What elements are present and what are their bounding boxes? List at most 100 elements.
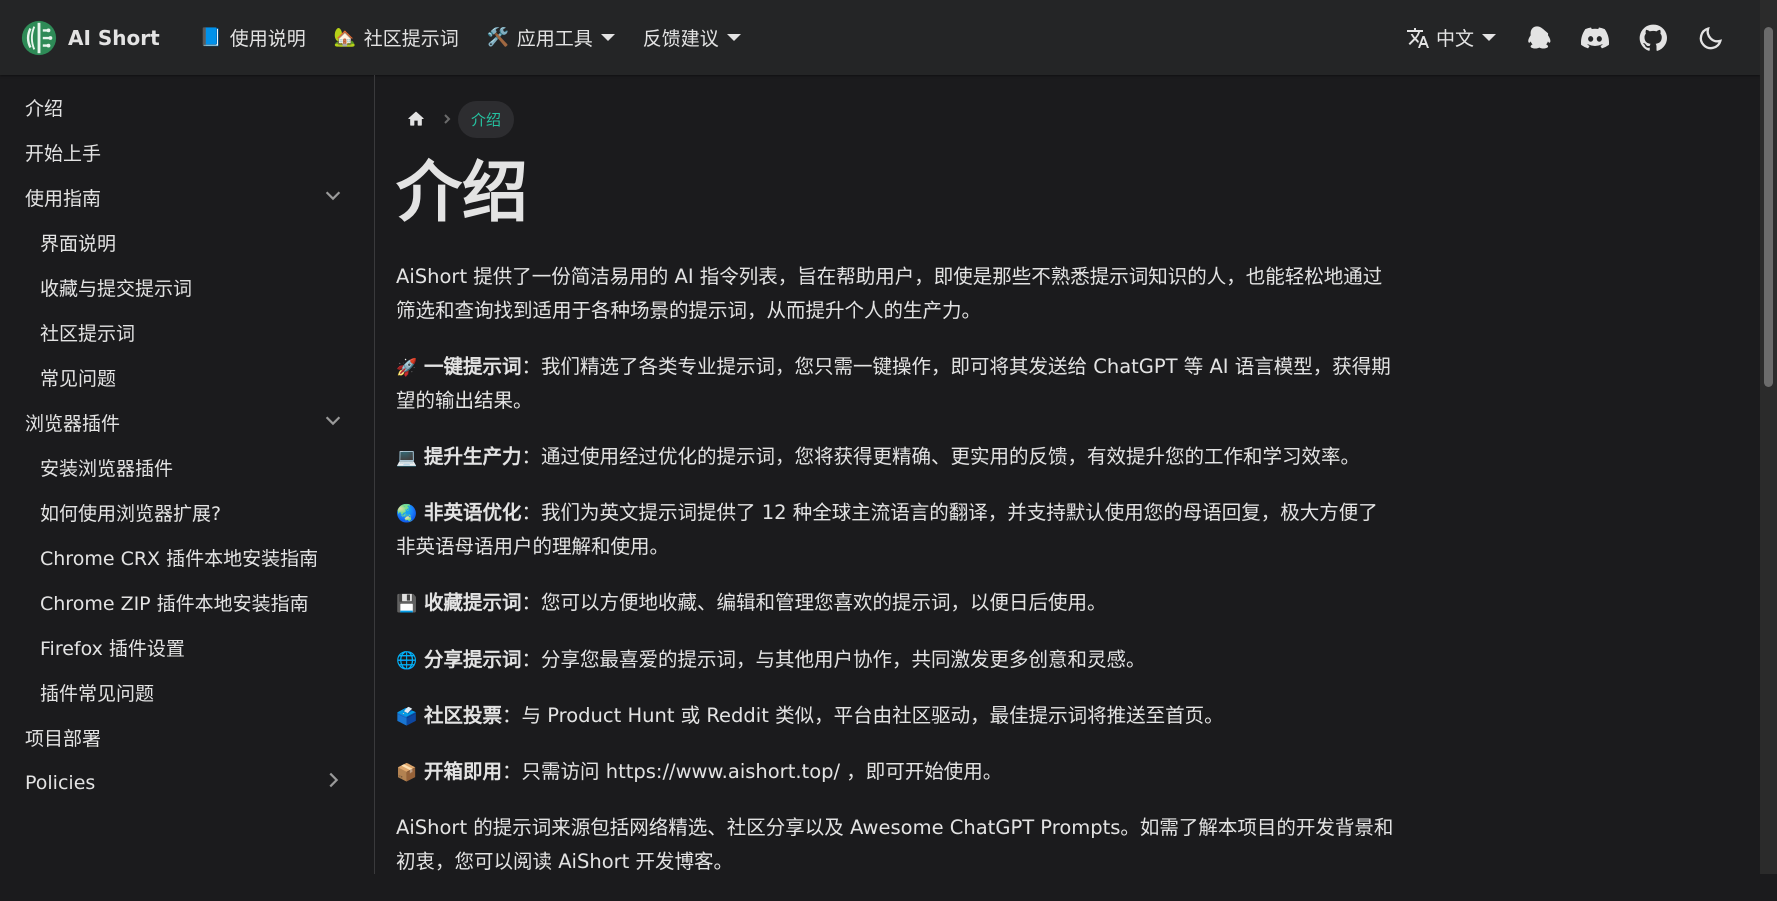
- github-link[interactable]: [1624, 0, 1682, 75]
- caret-down-icon: [726, 34, 741, 41]
- sidebar-item-label: Firefox 插件设置: [40, 638, 185, 660]
- house-icon: 🏡: [333, 27, 356, 48]
- nav-community-prompts-label: 社区提示词: [363, 28, 459, 50]
- caret-down-icon: [600, 34, 615, 41]
- sidebar-item-chrome-crx[interactable]: Chrome CRX 插件本地安装指南: [0, 535, 374, 580]
- article: 介绍 介绍 AiShort 提供了一份简洁易用的 AI 指令列表，旨在帮助用户，…: [396, 75, 1396, 901]
- feature-text: ：分享您最喜爱的提示词，与其他用户协作，共同激发更多创意和灵感。: [521, 647, 1146, 671]
- breadcrumb-current: 介绍: [458, 100, 515, 138]
- theme-toggle[interactable]: [1682, 0, 1740, 75]
- sidebar-item-policies[interactable]: Policies: [0, 760, 374, 805]
- qq-penguin-icon: [1528, 25, 1551, 48]
- rocket-icon: 🚀: [396, 357, 418, 378]
- home-icon: [408, 111, 424, 126]
- nav-usage-guide-label: 使用说明: [229, 28, 306, 50]
- chevron-down-icon[interactable]: [322, 184, 344, 211]
- sidebar-item-intro[interactable]: 介绍: [0, 85, 374, 130]
- language-label: 中文: [1435, 28, 1474, 50]
- sidebar-item-user-guide[interactable]: 使用指南: [0, 175, 374, 220]
- feature-share: 🌐 分享提示词：分享您最喜爱的提示词，与其他用户协作，共同激发更多创意和灵感。: [396, 643, 1396, 677]
- feature-productivity: 💻 提升生产力：通过使用经过优化的提示词，您将获得更精确、更实用的反馈，有效提升您…: [396, 440, 1396, 474]
- sidebar-item-label: 如何使用浏览器扩展?: [40, 503, 222, 525]
- sidebar-item-getting-started[interactable]: 开始上手: [0, 130, 374, 175]
- discord-icon: [1581, 27, 1609, 48]
- sidebar-item-label: 收藏与提交提示词: [40, 278, 193, 300]
- globe-icon: 🌏: [396, 504, 418, 525]
- sidebar-item-label: 安装浏览器插件: [40, 458, 174, 480]
- nav-app-tools-label: 应用工具: [516, 28, 593, 50]
- feature-one-click: 🚀 一键提示词：我们精选了各类专业提示词，您只需一键操作，即可将其发送给 Chat…: [396, 350, 1396, 418]
- feature-title: 社区投票: [424, 703, 503, 727]
- sidebar-item-firefox[interactable]: Firefox 插件设置: [0, 625, 374, 670]
- scrollbar-thumb[interactable]: [1764, 27, 1773, 387]
- sidebar-item-label: 项目部署: [25, 728, 102, 750]
- sidebar-item-label: Chrome CRX 插件本地安装指南: [40, 548, 319, 570]
- book-icon: 📘: [199, 27, 222, 48]
- navbar-right: 中文: [1394, 0, 1740, 75]
- sidebar-item-browser-extension[interactable]: 浏览器插件: [0, 400, 374, 445]
- package-icon: 📦: [396, 762, 418, 783]
- qq-link[interactable]: [1508, 0, 1566, 75]
- sidebar-item-label: Chrome ZIP 插件本地安装指南: [40, 593, 309, 615]
- feature-title: 提升生产力: [424, 445, 522, 469]
- feature-title: 收藏提示词: [424, 591, 522, 615]
- chevron-right-icon[interactable]: [322, 769, 344, 796]
- laptop-icon: 💻: [396, 448, 418, 469]
- sidebar-item-label: 常见问题: [40, 368, 117, 390]
- sidebar-item-label: 介绍: [25, 98, 64, 120]
- breadcrumb-separator: [436, 113, 458, 125]
- sidebar-item-label: Policies: [25, 771, 96, 794]
- sidebar-item-extension-faq[interactable]: 插件常见问题: [0, 670, 374, 715]
- brand-title: AI Short: [68, 25, 160, 50]
- navbar: AI Short 📘 使用说明 🏡 社区提示词 🛠️ 应用工具 反馈建议 中文: [0, 0, 1760, 75]
- feature-text: ：只需访问 https://www.aishort.top/ ，即可开始使用。: [502, 759, 1003, 783]
- floppy-disk-icon: 💾: [396, 594, 418, 615]
- sidebar-item-community[interactable]: 社区提示词: [0, 310, 374, 355]
- sidebar-item-label: 社区提示词: [40, 323, 136, 345]
- feature-title: 开箱即用: [424, 759, 503, 783]
- github-icon: [1639, 24, 1667, 51]
- nav-community-prompts[interactable]: 🏡 社区提示词: [320, 0, 473, 75]
- language-dropdown[interactable]: 中文: [1394, 0, 1508, 75]
- sidebar-item-faq[interactable]: 常见问题: [0, 355, 374, 400]
- feature-title: 一键提示词: [424, 354, 522, 378]
- feature-non-english: 🌏 非英语优化：我们为英文提示词提供了 12 种全球主流语言的翻译，并支持默认使用…: [396, 496, 1396, 564]
- brain-logo-icon: [21, 20, 57, 55]
- caret-down-icon: [1482, 34, 1496, 41]
- moon-icon: [1699, 26, 1723, 49]
- discord-link[interactable]: [1566, 0, 1624, 75]
- feature-favorites: 💾 收藏提示词：您可以方便地收藏、编辑和管理您喜欢的提示词，以便日后使用。: [396, 586, 1396, 620]
- feature-text: ：通过使用经过优化的提示词，您将获得更精确、更实用的反馈，有效提升您的工作和学习…: [521, 445, 1361, 469]
- main-content: 介绍 介绍 AiShort 提供了一份简洁易用的 AI 指令列表，旨在帮助用户，…: [376, 75, 1760, 874]
- sidebar-item-label: 使用指南: [25, 188, 102, 210]
- feature-text: ：与 Product Hunt 或 Reddit 类似，平台由社区驱动，最佳提示…: [502, 703, 1224, 727]
- sidebar-item-label: 开始上手: [25, 143, 102, 165]
- sidebar-item-use-extension[interactable]: 如何使用浏览器扩展?: [0, 490, 374, 535]
- nav-feedback-dropdown[interactable]: 反馈建议: [629, 0, 755, 75]
- sidebar-item-favorites[interactable]: 收藏与提交提示词: [0, 265, 374, 310]
- sidebar-item-chrome-zip[interactable]: Chrome ZIP 插件本地安装指南: [0, 580, 374, 625]
- feature-out-of-box: 📦 开箱即用：只需访问 https://www.aishort.top/ ，即可开…: [396, 755, 1396, 789]
- feature-title: 非英语优化: [424, 501, 522, 525]
- tools-icon: 🛠️: [486, 27, 509, 48]
- chevron-right-icon: [444, 114, 451, 124]
- sidebar-item-deployment[interactable]: 项目部署: [0, 715, 374, 760]
- page-scrollbar[interactable]: [1760, 0, 1777, 874]
- feature-voting: 🗳️ 社区投票：与 Product Hunt 或 Reddit 类似，平台由社区驱…: [396, 699, 1396, 733]
- outro-paragraph: AiShort 的提示词来源包括网络精选、社区分享以及 Awesome Chat…: [396, 815, 1394, 874]
- sidebar-item-label: 界面说明: [40, 233, 117, 255]
- nav-usage-guide[interactable]: 📘 使用说明: [186, 0, 320, 75]
- chevron-down-icon[interactable]: [322, 409, 344, 436]
- sidebar-item-interface[interactable]: 界面说明: [0, 220, 374, 265]
- nav-app-tools-dropdown[interactable]: 🛠️ 应用工具: [473, 0, 629, 75]
- sidebar-item-install-extension[interactable]: 安装浏览器插件: [0, 445, 374, 490]
- breadcrumb: 介绍: [396, 75, 1396, 143]
- page-title: 介绍: [396, 154, 528, 231]
- breadcrumb-home[interactable]: [396, 101, 436, 137]
- network-globe-icon: 🌐: [396, 650, 418, 671]
- feature-title: 分享提示词: [424, 647, 522, 671]
- sidebar: 介绍 开始上手 使用指南 界面说明 收藏与提交提示词 社区提示词 常见问题 浏览…: [0, 75, 375, 874]
- translate-icon: [1406, 27, 1429, 48]
- brand-link[interactable]: AI Short: [20, 19, 160, 57]
- ballot-box-icon: 🗳️: [396, 706, 418, 727]
